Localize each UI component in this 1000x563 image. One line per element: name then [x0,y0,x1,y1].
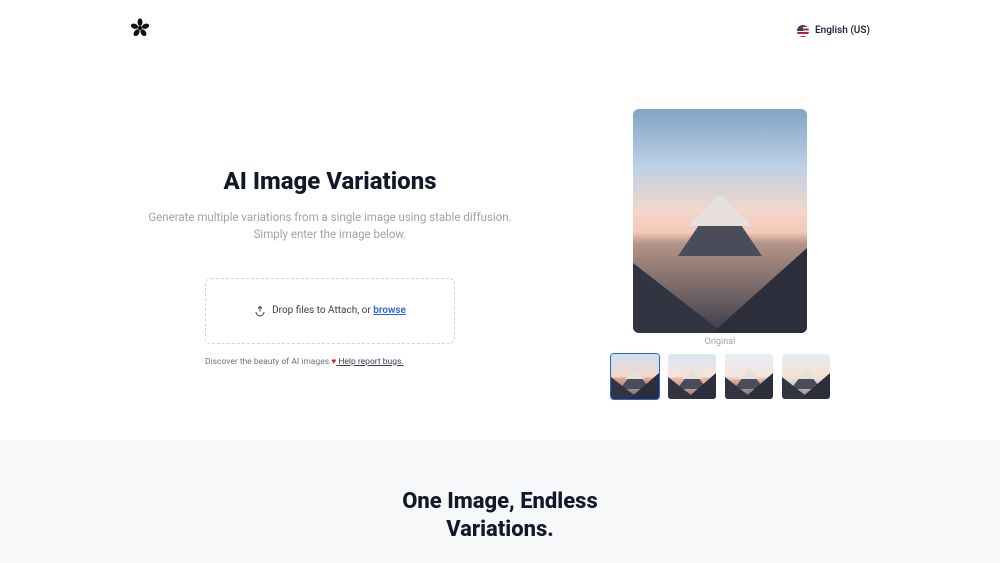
section-two-title: One Image, Endless Variations. [350,488,650,543]
language-label: English (US) [815,25,870,36]
thumbnail-2[interactable] [667,353,717,400]
preview-image-main [633,109,807,333]
mountain-scene [633,109,807,333]
page-title: AI Image Variations [223,167,436,195]
upload-icon [254,305,266,317]
flower-icon [130,18,150,38]
header: English (US) [0,0,1000,61]
hero-left-column: AI Image Variations Generate multiple va… [130,109,530,400]
thumbnail-row [610,353,831,400]
footnote: Discover the beauty of AI images ♥ Help … [205,356,455,367]
upload-dropzone[interactable]: Drop files to Attach, or browse [205,278,455,344]
flag-us-icon [797,25,809,37]
preview-caption: Original [705,337,736,347]
dropzone-text: Drop files to Attach, or browse [272,305,406,316]
browse-link[interactable]: browse [373,305,406,316]
logo[interactable] [130,18,150,43]
hero-right-column: Original [570,109,870,400]
thumbnail-4[interactable] [781,353,831,400]
hero-section: AI Image Variations Generate multiple va… [0,61,1000,440]
report-bugs-link[interactable]: Help report bugs. [336,357,403,367]
section-two: One Image, Endless Variations. [0,440,1000,563]
language-selector[interactable]: English (US) [797,25,870,37]
page-subtitle: Generate multiple variations from a sing… [148,209,511,244]
thumbnail-1[interactable] [610,353,660,400]
thumbnail-3[interactable] [724,353,774,400]
